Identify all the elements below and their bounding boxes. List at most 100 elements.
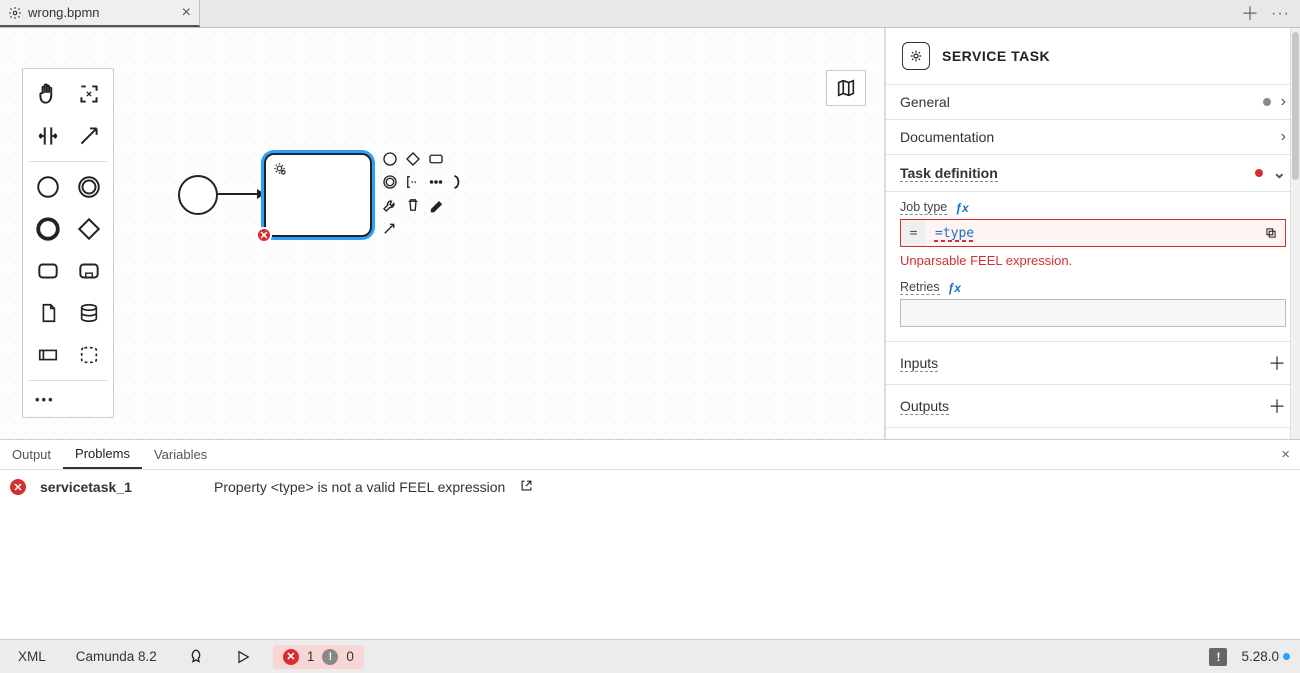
jobtype-label: Job type ƒx [900,200,1286,215]
hand-tool[interactable] [31,77,65,111]
scrollbar-thumb[interactable] [1292,32,1299,180]
expand-icon[interactable] [1262,224,1280,242]
subprocess-tool[interactable] [72,254,106,288]
data-object-tool[interactable] [31,296,65,330]
retries-input[interactable] [900,299,1286,327]
tab-output[interactable]: Output [0,440,63,469]
context-pad [380,149,469,238]
append-end-event-icon[interactable] [449,172,469,192]
section-outputs[interactable]: Outputs ＋ [886,385,1300,428]
bottom-tabs: Output Problems Variables × [0,440,1300,470]
bottom-panel: Output Problems Variables × ✕ servicetas… [0,439,1300,639]
changed-dot-icon [1263,98,1271,106]
intermediate-event-tool[interactable] [72,170,106,204]
text-annotation-icon[interactable] [403,172,423,192]
section-general[interactable]: General › [886,85,1300,120]
section-headers[interactable]: Headers ＋ [886,428,1300,439]
section-task-definition[interactable]: Task definition ⌄ [886,155,1300,192]
tabbar: wrong.bpmn × ＋ ··· [0,0,1300,28]
append-event-icon[interactable] [380,149,400,169]
canvas[interactable]: ••• ✕ [0,28,885,439]
sequence-flow[interactable] [218,193,264,195]
participant-tool[interactable] [31,338,65,372]
properties-title: SERVICE TASK [942,48,1050,64]
version-label[interactable]: 5.28.0 [1241,649,1290,664]
space-tool[interactable] [31,119,65,153]
section-inputs[interactable]: Inputs ＋ [886,342,1300,385]
add-output-icon[interactable]: ＋ [1268,393,1286,419]
feedback-icon[interactable]: ! [1209,648,1227,666]
xml-toggle[interactable]: XML [10,645,54,668]
minimap-button[interactable] [826,70,866,106]
end-event-tool[interactable] [31,212,65,246]
append-task-icon[interactable] [426,149,446,169]
wrench-icon[interactable] [380,195,400,215]
engine-label[interactable]: Camunda 8.2 [68,645,165,668]
problem-message: Property <type> is not a valid FEEL expr… [214,479,505,495]
warning-count: 0 [346,649,354,664]
element-error-badge[interactable]: ✕ [256,227,272,243]
jobtype-error: Unparsable FEEL expression. [900,253,1286,268]
diagram: ✕ [178,173,498,293]
warning-icon: ! [322,649,338,665]
palette: ••• [22,68,114,418]
error-icon: ✕ [10,479,26,495]
new-tab-button[interactable]: ＋ [1241,5,1259,23]
tab-menu-button[interactable]: ··· [1271,6,1290,22]
problem-row[interactable]: ✕ servicetask_1 Property <type> is not a… [0,470,1300,504]
chevron-down-icon: ⌄ [1273,163,1286,183]
problems-list: ✕ servicetask_1 Property <type> is not a… [0,470,1300,639]
task-definition-body: Job type ƒx = Unparsable FEEL expression… [886,192,1300,342]
problems-status[interactable]: ✕ 1 ! 0 [273,645,364,669]
file-tab[interactable]: wrong.bpmn × [0,0,200,27]
section-documentation[interactable]: Documentation › [886,120,1300,155]
error-dot-icon [1255,169,1263,177]
group-tool[interactable] [72,338,106,372]
fx-icon: ƒx [955,201,968,215]
service-task[interactable] [264,153,372,237]
start-event-tool[interactable] [31,170,65,204]
properties-panel: SERVICE TASK General › Documentation › T… [885,28,1300,439]
palette-more[interactable]: ••• [23,385,113,413]
jobtype-input[interactable] [900,219,1286,247]
error-underline [934,240,976,242]
jobtype-field-wrap: = [900,219,1286,247]
add-input-icon[interactable]: ＋ [1268,350,1286,376]
error-count: 1 [307,649,315,664]
connect-icon[interactable] [380,218,400,238]
close-icon[interactable]: × [182,5,191,21]
external-link-icon[interactable] [519,478,534,496]
update-dot-icon [1283,653,1290,660]
retries-label: Retries ƒx [900,280,1286,295]
tab-problems[interactable]: Problems [63,440,142,469]
append-gateway-icon[interactable] [403,149,423,169]
task-tool[interactable] [31,254,65,288]
tab-variables[interactable]: Variables [142,440,219,469]
error-icon: ✕ [283,649,299,665]
statusbar: XML Camunda 8.2 ✕ 1 ! 0 ! 5.28.0 [0,639,1300,673]
lasso-tool[interactable] [72,77,106,111]
gateway-tool[interactable] [72,212,106,246]
fx-icon: ƒx [948,281,961,295]
deploy-button[interactable] [179,644,213,670]
bottom-close-icon[interactable]: × [1281,446,1290,463]
append-more-icon[interactable] [426,172,446,192]
tab-title: wrong.bpmn [28,5,176,20]
delete-icon[interactable] [403,195,423,215]
append-intermediate-event-icon[interactable] [380,172,400,192]
service-task-gear-icon [272,161,290,179]
properties-scrollbar[interactable] [1290,28,1300,439]
add-header-icon[interactable]: ＋ [1268,436,1286,439]
problem-element-id: servicetask_1 [40,479,200,495]
feel-equals-icon: = [900,219,926,247]
service-task-icon [902,42,930,70]
gear-icon [8,6,22,20]
main: ••• ✕ [0,28,1300,439]
global-connect-tool[interactable] [72,119,106,153]
start-event[interactable] [178,175,218,215]
chevron-right-icon: › [1281,128,1286,146]
color-icon[interactable] [426,195,446,215]
data-store-tool[interactable] [72,296,106,330]
run-button[interactable] [227,645,259,669]
properties-header: SERVICE TASK [886,28,1300,85]
